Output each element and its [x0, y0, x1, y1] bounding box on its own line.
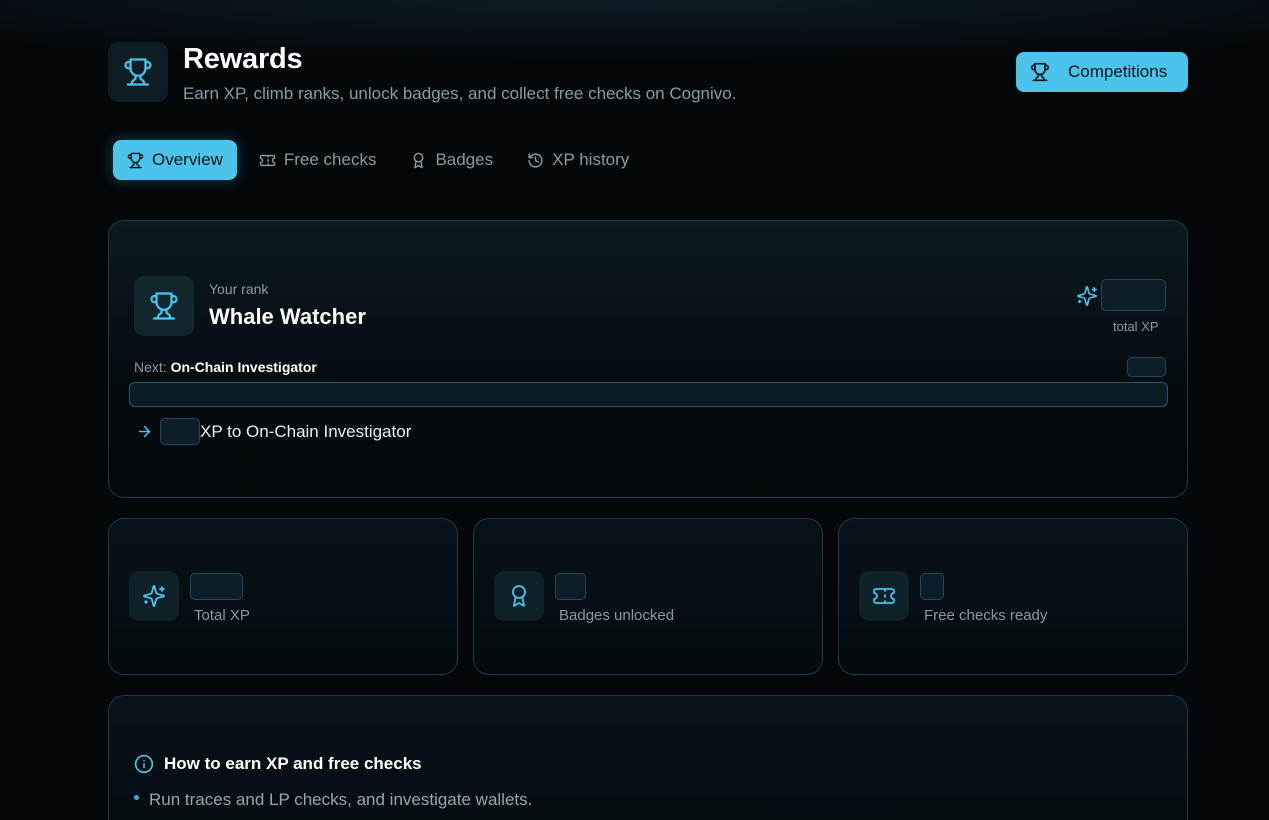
list-item: Run traces and LP checks, and investigat… — [134, 790, 532, 810]
stat-card-free-checks: Free checks ready — [838, 518, 1188, 675]
info-icon — [134, 754, 154, 774]
next-rank-row: Next: On-Chain Investigator — [134, 359, 317, 375]
tab-bar: Overview Free checks Badges XP history — [108, 136, 649, 184]
total-xp-value-placeholder — [1101, 279, 1166, 311]
page-title: Rewards — [183, 43, 303, 75]
how-to-earn-title: How to earn XP and free checks — [134, 754, 422, 774]
history-icon — [527, 152, 544, 169]
rank-card: Your rank Whale Watcher total XP Next: O… — [108, 220, 1188, 498]
tab-badges[interactable]: Badges — [396, 140, 507, 180]
stat-value-placeholder — [555, 573, 586, 600]
rank-progress-bar — [129, 382, 1168, 407]
stat-label: Total XP — [194, 607, 250, 624]
info-title-text: How to earn XP and free checks — [164, 754, 422, 773]
stat-label: Free checks ready — [924, 607, 1048, 624]
trophy-icon — [108, 42, 168, 102]
bullet-dot — [134, 794, 139, 800]
ticket-icon — [259, 152, 276, 169]
tab-free-checks[interactable]: Free checks — [245, 140, 391, 180]
next-rank-prefix: Next: — [134, 359, 167, 375]
rank-name: Whale Watcher — [209, 304, 366, 329]
tab-xp-history[interactable]: XP history — [513, 140, 643, 180]
stat-card-total-xp: Total XP — [108, 518, 458, 675]
how-to-earn-card: How to earn XP and free checks Run trace… — [108, 695, 1188, 820]
xp-to-next-placeholder — [160, 418, 200, 445]
ticket-icon — [859, 571, 909, 621]
progress-percent-placeholder — [1127, 357, 1166, 377]
arrow-right-icon — [136, 423, 153, 440]
rank-label: Your rank — [209, 281, 269, 297]
tab-label: Overview — [152, 150, 223, 169]
award-icon — [494, 571, 544, 621]
trophy-icon — [127, 152, 144, 169]
stat-value-placeholder — [190, 573, 243, 600]
list-item-text: Run traces and LP checks, and investigat… — [149, 790, 533, 809]
sparkles-icon — [129, 571, 179, 621]
xp-to-next-row: XP to On-Chain Investigator — [136, 418, 411, 445]
xp-to-next-text: XP to On-Chain Investigator — [200, 421, 412, 441]
tab-label: Badges — [435, 150, 494, 169]
tab-label: Free checks — [283, 150, 377, 169]
stat-value-placeholder — [920, 573, 944, 600]
stat-card-badges: Badges unlocked — [473, 518, 823, 675]
competitions-label: Competitions — [1068, 62, 1168, 81]
competitions-button[interactable]: Competitions — [1016, 52, 1188, 92]
sparkles-icon — [1076, 285, 1098, 307]
total-xp-label: total XP — [1113, 319, 1159, 334]
next-rank-name: On-Chain Investigator — [170, 359, 317, 375]
tab-overview[interactable]: Overview — [113, 140, 237, 180]
page-subtitle: Earn XP, climb ranks, unlock badges, and… — [183, 84, 737, 103]
trophy-icon — [134, 276, 194, 336]
stat-label: Badges unlocked — [559, 607, 675, 624]
trophy-icon — [1030, 62, 1050, 82]
award-icon — [410, 152, 427, 169]
tab-label: XP history — [552, 150, 630, 169]
